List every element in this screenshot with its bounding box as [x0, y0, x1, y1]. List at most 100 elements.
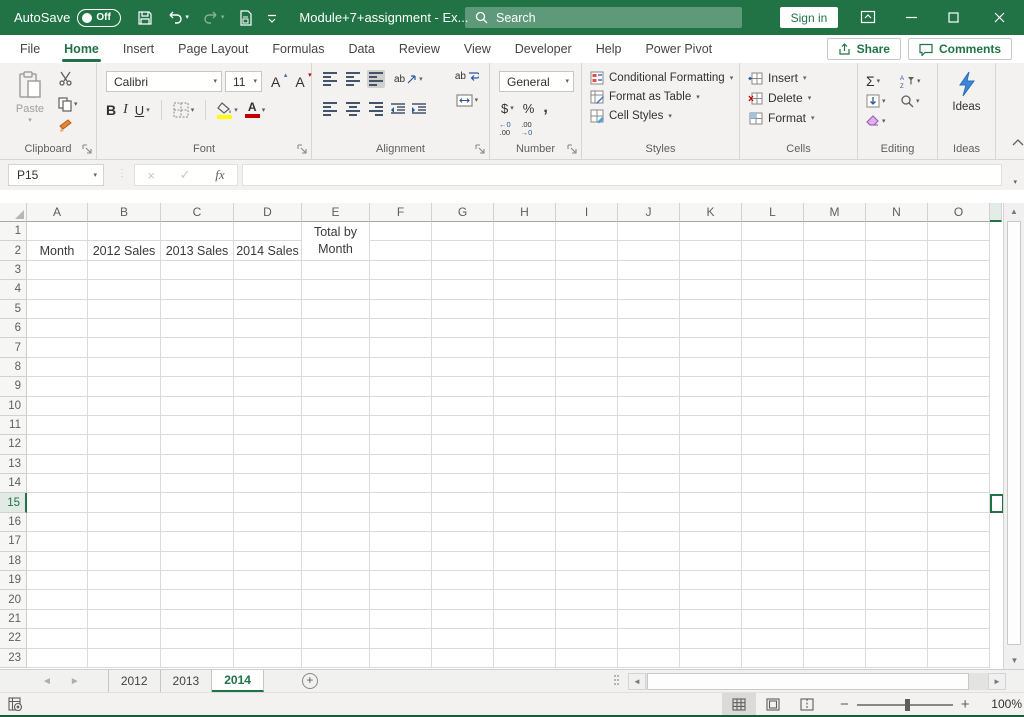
- vertical-scrollbar[interactable]: ▲ ▼: [1003, 203, 1024, 669]
- ribbon-display-options-button[interactable]: [860, 9, 876, 30]
- column-header-O[interactable]: O: [928, 203, 990, 222]
- new-sheet-button[interactable]: +: [302, 673, 318, 689]
- cell-I6[interactable]: [556, 319, 618, 338]
- cell-G21[interactable]: [432, 610, 494, 629]
- cell-F9[interactable]: [370, 377, 432, 396]
- cell-L7[interactable]: [742, 338, 804, 357]
- row-header-10[interactable]: 10: [0, 397, 27, 416]
- clipboard-dialog-launcher[interactable]: [82, 144, 92, 154]
- page-layout-view-button[interactable]: [756, 693, 790, 716]
- ribbon-tab-home[interactable]: Home: [52, 35, 111, 63]
- cell-J11[interactable]: [618, 416, 680, 435]
- sheet-tab-2012[interactable]: 2012: [108, 670, 161, 692]
- cell-L16[interactable]: [742, 513, 804, 532]
- cell-F20[interactable]: [370, 590, 432, 609]
- cell-K14[interactable]: [680, 474, 742, 493]
- cell-D11[interactable]: [234, 416, 302, 435]
- cell-H5[interactable]: [494, 300, 556, 319]
- cell-N8[interactable]: [866, 358, 928, 377]
- cell-K1[interactable]: [680, 222, 742, 241]
- ribbon-tab-page-layout[interactable]: Page Layout: [166, 35, 260, 63]
- cell-C21[interactable]: [161, 610, 234, 629]
- cell-M4[interactable]: [804, 280, 866, 299]
- row-header-16[interactable]: 16: [0, 513, 27, 532]
- cell-A23[interactable]: [27, 649, 88, 668]
- cell-O23[interactable]: [928, 649, 990, 668]
- row-header-1[interactable]: 1: [0, 222, 27, 241]
- cell-E4[interactable]: [302, 280, 370, 299]
- cell-M19[interactable]: [804, 571, 866, 590]
- cell-M5[interactable]: [804, 300, 866, 319]
- cell-J4[interactable]: [618, 280, 680, 299]
- cell-H12[interactable]: [494, 435, 556, 454]
- cell-D23[interactable]: [234, 649, 302, 668]
- ribbon-tab-view[interactable]: View: [452, 35, 503, 63]
- cell-L4[interactable]: [742, 280, 804, 299]
- cell-H23[interactable]: [494, 649, 556, 668]
- minimize-button[interactable]: [890, 0, 932, 35]
- cell-O6[interactable]: [928, 319, 990, 338]
- number-dialog-launcher[interactable]: [567, 144, 577, 154]
- cell-F12[interactable]: [370, 435, 432, 454]
- cell-E16[interactable]: [302, 513, 370, 532]
- cell-B19[interactable]: [88, 571, 161, 590]
- cell-A5[interactable]: [27, 300, 88, 319]
- cell-H6[interactable]: [494, 319, 556, 338]
- sheet-tab-2013[interactable]: 2013: [161, 670, 213, 692]
- cell-C6[interactable]: [161, 319, 234, 338]
- cell-L9[interactable]: [742, 377, 804, 396]
- cell-J21[interactable]: [618, 610, 680, 629]
- row-header-2[interactable]: 2: [0, 241, 27, 260]
- cell-G19[interactable]: [432, 571, 494, 590]
- zoom-slider[interactable]: [857, 704, 953, 706]
- cell-I13[interactable]: [556, 455, 618, 474]
- column-header-D[interactable]: D: [234, 203, 302, 222]
- cell-A10[interactable]: [27, 397, 88, 416]
- undo-button[interactable]: ▾: [167, 11, 189, 25]
- cell-O4[interactable]: [928, 280, 990, 299]
- cell-J14[interactable]: [618, 474, 680, 493]
- cell-G17[interactable]: [432, 532, 494, 551]
- cell-I5[interactable]: [556, 300, 618, 319]
- cell-D12[interactable]: [234, 435, 302, 454]
- sign-in-button[interactable]: Sign in: [780, 7, 838, 28]
- cell-H20[interactable]: [494, 590, 556, 609]
- cell-O14[interactable]: [928, 474, 990, 493]
- chevron-down-icon[interactable]: ▾: [74, 101, 78, 108]
- cell-E10[interactable]: [302, 397, 370, 416]
- cell-K4[interactable]: [680, 280, 742, 299]
- cell-A4[interactable]: [27, 280, 88, 299]
- cell-C10[interactable]: [161, 397, 234, 416]
- cell-D18[interactable]: [234, 552, 302, 571]
- cell-A13[interactable]: [27, 455, 88, 474]
- cell-N1[interactable]: [866, 222, 928, 241]
- column-header-M[interactable]: M: [804, 203, 866, 222]
- cell-E23[interactable]: [302, 649, 370, 668]
- cell-L17[interactable]: [742, 532, 804, 551]
- cell-C3[interactable]: [161, 261, 234, 280]
- cell-L13[interactable]: [742, 455, 804, 474]
- cell-O3[interactable]: [928, 261, 990, 280]
- cell-K15[interactable]: [680, 493, 742, 512]
- search-input[interactable]: Search: [465, 7, 742, 28]
- cell-M6[interactable]: [804, 319, 866, 338]
- cell-C4[interactable]: [161, 280, 234, 299]
- cell-J15[interactable]: [618, 493, 680, 512]
- cell-M15[interactable]: [804, 493, 866, 512]
- cell-M9[interactable]: [804, 377, 866, 396]
- cell-C13[interactable]: [161, 455, 234, 474]
- cell-C18[interactable]: [161, 552, 234, 571]
- row-header-8[interactable]: 8: [0, 358, 27, 377]
- column-header-F[interactable]: F: [370, 203, 432, 222]
- scroll-up-button[interactable]: ▲: [1004, 203, 1024, 220]
- cell-O2[interactable]: [928, 241, 990, 260]
- cell-B20[interactable]: [88, 590, 161, 609]
- cell-A12[interactable]: [27, 435, 88, 454]
- format-painter-button[interactable]: [58, 118, 78, 138]
- cell-L11[interactable]: [742, 416, 804, 435]
- cell-C15[interactable]: [161, 493, 234, 512]
- cell-J13[interactable]: [618, 455, 680, 474]
- cell-M21[interactable]: [804, 610, 866, 629]
- cell-N18[interactable]: [866, 552, 928, 571]
- cell-H1[interactable]: [494, 222, 556, 241]
